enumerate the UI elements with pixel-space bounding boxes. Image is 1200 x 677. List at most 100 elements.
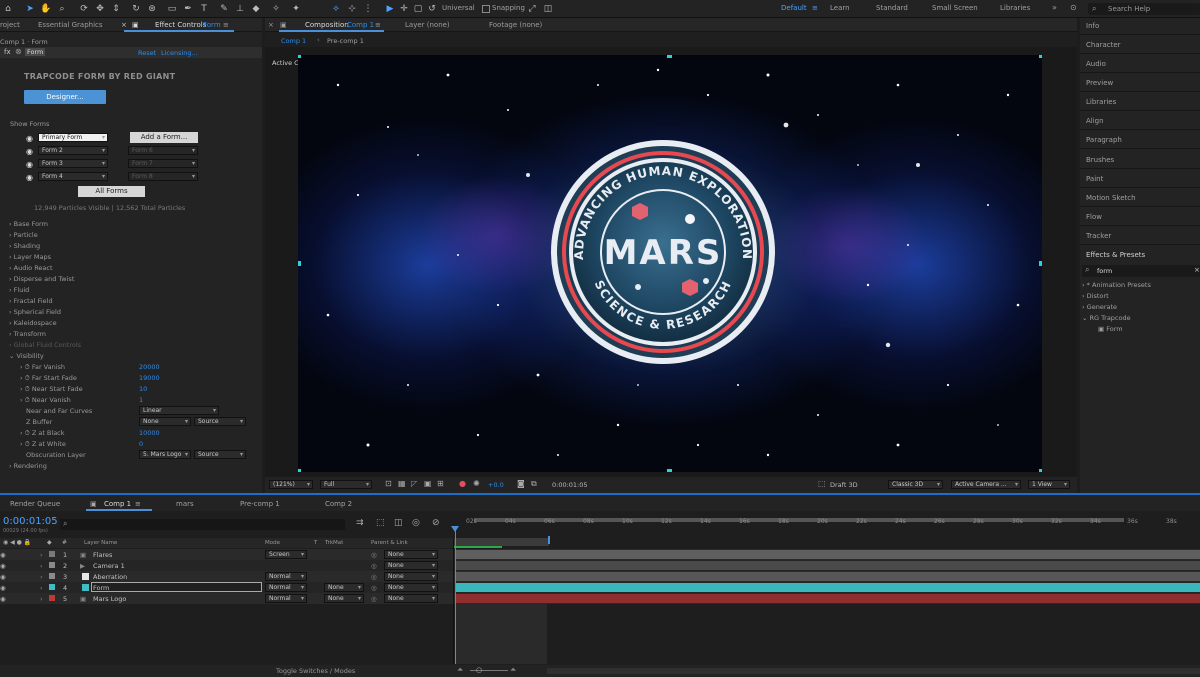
visibility-eye-icon[interactable]: ◉: [0, 573, 6, 581]
axis-tool-icon[interactable]: ✛: [398, 3, 410, 15]
layer-parent-select[interactable]: None: [384, 550, 438, 559]
group-spherical-field[interactable]: › Spherical Field: [9, 308, 61, 316]
sync-icon[interactable]: ⊙: [1070, 3, 1077, 12]
work-area-end-marker[interactable]: [548, 536, 550, 544]
layer-label-color[interactable]: [49, 562, 55, 568]
layer-name[interactable]: Mars Logo: [93, 595, 126, 603]
panel-motion-sketch[interactable]: Motion Sketch: [1086, 194, 1136, 202]
expand-arrow-icon[interactable]: ›: [40, 551, 43, 559]
draft-3d-icon[interactable]: ⬚: [818, 479, 826, 488]
licensing-link[interactable]: Licensing...: [161, 49, 198, 57]
pick-whip-icon[interactable]: ◎: [371, 562, 377, 570]
show-forms-label[interactable]: Show Forms: [10, 120, 49, 128]
tab-mars[interactable]: mars: [176, 500, 194, 508]
panel-info[interactable]: Info: [1086, 22, 1099, 30]
layer-mode-select[interactable]: Normal: [265, 594, 307, 603]
selection-handle[interactable]: [667, 469, 672, 472]
mask-visibility-icon[interactable]: ◸: [411, 479, 417, 488]
panel-libraries[interactable]: Libraries: [1086, 98, 1116, 106]
zoom-slider-handle-icon[interactable]: ○: [476, 666, 482, 674]
visibility-eye-icon[interactable]: ◉: [0, 562, 6, 570]
pick-whip-icon[interactable]: ◎: [371, 584, 377, 592]
selection-handle[interactable]: [1039, 55, 1042, 58]
layer-name[interactable]: Form: [93, 584, 109, 592]
visibility-eye-icon[interactable]: ◉: [0, 595, 6, 603]
layer-name[interactable]: Flares: [93, 551, 112, 559]
layer-mode-select[interactable]: Screen: [265, 550, 307, 559]
pan-tool-icon[interactable]: ✥: [94, 3, 106, 15]
tree-distort[interactable]: › Distort: [1082, 292, 1109, 300]
guides-icon[interactable]: ▣: [424, 479, 432, 488]
type-tool-icon[interactable]: T: [198, 3, 210, 15]
effects-search-field[interactable]: ⌕ form ×: [1082, 265, 1200, 277]
workspace-standard[interactable]: Standard: [876, 4, 908, 12]
layer-mode-select[interactable]: Normal: [265, 583, 307, 592]
tab-footage[interactable]: Footage (none): [489, 21, 542, 29]
panel-tracker[interactable]: Tracker: [1086, 232, 1111, 240]
layer-name[interactable]: Camera 1: [93, 562, 125, 570]
tab-essential-graphics[interactable]: Essential Graphics: [38, 21, 103, 29]
timeline-scrollbar[interactable]: [547, 668, 1200, 674]
pan-behind-icon[interactable]: ⊛: [146, 3, 158, 15]
fx-name[interactable]: Form: [25, 48, 46, 56]
add-form-button[interactable]: Add a Form...: [130, 132, 198, 143]
layer-row[interactable]: ◉ › 1 ▣ Flares Screen ◎ None: [0, 549, 1200, 560]
selection-handle[interactable]: [1039, 261, 1042, 266]
layer-bar[interactable]: [455, 550, 1200, 559]
shy-layers-icon[interactable]: ◫: [394, 518, 403, 528]
subtab-comp-1[interactable]: Comp 1: [281, 37, 306, 45]
layer-label-color[interactable]: [49, 584, 55, 590]
more-workspaces-icon[interactable]: »: [1052, 3, 1057, 12]
visibility-eye-icon[interactable]: ◉: [0, 551, 6, 559]
tab-layer[interactable]: Layer (none): [405, 21, 450, 29]
layer-trkmat-select[interactable]: None: [324, 583, 364, 592]
visibility-eye-icon[interactable]: ◉: [26, 134, 33, 143]
box-tool-icon[interactable]: ▢: [412, 3, 424, 15]
group-layer-maps[interactable]: › Layer Maps: [9, 253, 51, 261]
resolution-select[interactable]: Full: [320, 480, 372, 489]
hand-tool-icon[interactable]: ✋: [40, 3, 52, 15]
layer-bar[interactable]: [455, 572, 1200, 581]
workspace-small-screen[interactable]: Small Screen: [932, 4, 978, 12]
layer-parent-select[interactable]: None: [384, 572, 438, 581]
prop-far-vanish[interactable]: › ⏱ Far Vanish: [20, 363, 65, 372]
frame-blending-icon[interactable]: ◎: [412, 518, 420, 528]
close-comp-tab-icon[interactable]: ×: [268, 21, 274, 29]
form-3-select[interactable]: Form 3: [38, 159, 108, 168]
form-2-select[interactable]: Form 2: [38, 146, 108, 155]
panel-brushes[interactable]: Brushes: [1086, 156, 1114, 164]
prop-z-black[interactable]: › ⏱ Z at Black: [20, 429, 65, 438]
pick-whip-icon[interactable]: ◎: [371, 573, 377, 581]
obscuration-select[interactable]: 5. Mars Logo: [139, 450, 191, 459]
playhead-line[interactable]: [455, 526, 456, 664]
layer-label-color[interactable]: [49, 595, 55, 601]
group-visibility[interactable]: ⌄ Visibility: [9, 352, 44, 360]
far-start-fade-value[interactable]: 19000: [139, 374, 160, 382]
show-snapshot-icon[interactable]: ⧉: [531, 479, 537, 489]
expand-arrow-icon[interactable]: ›: [40, 595, 43, 603]
comp-mini-flowchart-icon[interactable]: ⇉: [356, 518, 364, 528]
near-vanish-value[interactable]: 1: [139, 396, 143, 404]
timeline-search-field[interactable]: ⌕: [60, 519, 345, 530]
prop-far-start-fade[interactable]: › ⏱ Far Start Fade: [20, 374, 77, 383]
group-base-form[interactable]: › Base Form: [9, 220, 48, 228]
group-particle[interactable]: › Particle: [9, 231, 38, 239]
far-vanish-value[interactable]: 20000: [139, 363, 160, 371]
zoom-out-icon[interactable]: ⏶: [457, 665, 463, 675]
tree-rg-trapcode[interactable]: ⌄ RG Trapcode: [1082, 314, 1131, 322]
z-buffer-select[interactable]: None: [139, 417, 191, 426]
visibility-eye-icon[interactable]: ◉: [26, 160, 33, 169]
form-4-select[interactable]: Form 4: [38, 172, 108, 181]
layer-bar[interactable]: [455, 583, 1200, 592]
layer-trkmat-select[interactable]: None: [324, 594, 364, 603]
clone-stamp-icon[interactable]: ⊥: [234, 3, 246, 15]
z-white-value[interactable]: 0: [139, 440, 143, 448]
orbit-tool-icon[interactable]: ⟳: [78, 3, 90, 15]
tab-render-queue[interactable]: Render Queue: [10, 500, 60, 508]
comp-panel-menu-icon[interactable]: ≡: [375, 21, 381, 29]
tab-pre-comp-1[interactable]: Pre-comp 1: [240, 500, 280, 508]
panel-menu-icon[interactable]: ≡: [223, 21, 229, 29]
panel-effects-presets[interactable]: Effects & Presets: [1086, 251, 1145, 259]
group-shading[interactable]: › Shading: [9, 242, 40, 250]
expand-arrow-icon[interactable]: ›: [40, 562, 43, 570]
